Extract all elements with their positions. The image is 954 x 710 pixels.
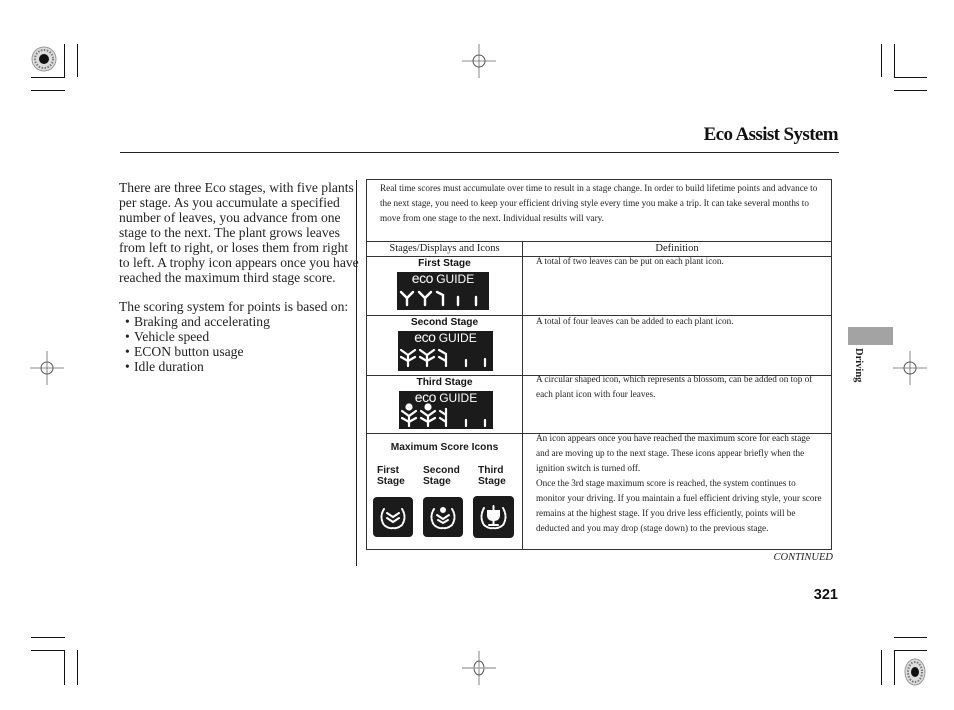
eco-guide-display: eco GUIDE [399,390,493,429]
crosshair-target-icon [893,351,927,385]
continued-label: CONTINUED [773,552,833,563]
section-tab-marker [848,327,893,345]
eco-guide-display: eco GUIDE [397,271,489,310]
title-divider [120,152,839,153]
stage-label: Third Stage [416,377,473,388]
four-leaf-plant-icons [399,348,487,368]
page-title: Eco Assist System [703,124,839,145]
list-item: ECON button usage [125,344,359,359]
stage-definition: A total of two leaves can be put on each… [536,256,724,266]
eco-stages-table: Real time scores must accumulate over ti… [366,179,832,550]
crop-mark [894,650,927,651]
max-score-title: Maximum Score Icons [390,442,499,453]
intro-column: There are three Eco stages, with five pl… [119,180,359,374]
list-item: Braking and accelerating [125,314,359,329]
crop-mark [894,77,927,78]
scoring-factors-list: Braking and accelerating Vehicle speed E… [119,314,359,374]
crop-mark [894,650,895,685]
crop-mark [31,650,65,651]
laurel-trophy-icon [473,496,514,538]
section-tab-label: Driving [853,348,864,383]
page-number: 321 [813,587,838,603]
crosshair-target-icon [30,351,64,385]
crop-mark [894,637,927,638]
laurel-two-leaf-icon [373,497,413,537]
crosshair-target-icon [462,651,496,685]
blossom-plant-icons [400,403,487,428]
crop-mark [881,650,882,685]
crop-mark [64,44,65,77]
registration-mark-icon [904,658,926,686]
two-leaf-plant-icons [399,290,478,307]
list-item: Vehicle speed [125,329,359,344]
column-header: Stages/Displays and Icons [389,243,500,254]
crop-mark [77,650,78,685]
stage-label: Second Stage [410,317,479,328]
crop-mark [64,650,65,685]
eco-guide-display: eco GUIDE [398,330,493,371]
max-stage-label: Second Stage [423,465,460,487]
laurel-blossom-icon [423,497,463,537]
crop-mark [31,77,65,78]
max-score-definition: An icon appears once you have reached th… [536,433,822,533]
column-divider [356,180,357,566]
crop-mark [31,637,65,638]
table-note: Real time scores must accumulate over ti… [380,183,818,223]
column-separator [522,241,523,550]
intro-paragraph: There are three Eco stages, with five pl… [119,180,359,285]
stage-label: First Stage [418,258,471,269]
crop-mark [881,44,882,77]
crop-mark [31,90,65,91]
stage-definition: A circular shaped icon, which represents… [536,374,813,399]
crosshair-target-icon [462,44,496,78]
list-item: Idle duration [125,359,359,374]
max-stage-label: First Stage [377,465,405,487]
crop-mark [894,90,927,91]
registration-mark-icon [31,46,57,72]
stage-definition: A total of four leaves can be added to e… [536,316,734,326]
crop-mark [77,44,78,77]
crop-mark [894,44,895,77]
scoring-paragraph: The scoring system for points is based o… [119,299,349,314]
max-stage-label: Third Stage [478,465,506,487]
